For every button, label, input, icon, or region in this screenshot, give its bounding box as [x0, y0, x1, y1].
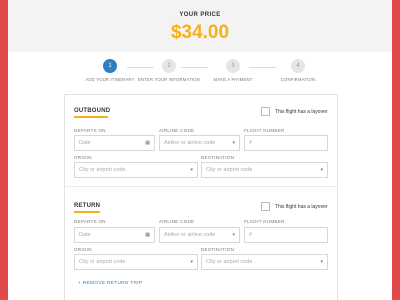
calendar-icon[interactable]: ▦ — [145, 228, 150, 242]
step-number: 1 — [103, 59, 117, 73]
layover-label: This flight has a layover — [275, 108, 328, 115]
progress-steps: 1 ADD YOUR ITINERARY 2 ENTER YOUR INFORM… — [8, 57, 392, 85]
chevron-down-icon[interactable]: ▾ — [232, 136, 235, 150]
destination-label: DESTINATION — [201, 155, 235, 160]
return-flight-number-input[interactable]: # — [244, 227, 328, 243]
airline-code-label: AIRLINE CODE — [159, 128, 195, 133]
layover-label: This flight has a layover — [275, 203, 328, 210]
return-underline — [74, 211, 100, 213]
placeholder: City or airport code — [206, 259, 253, 265]
destination-label: DESTINATION — [201, 247, 235, 252]
step-4[interactable]: 4 CONFIRMATION — [258, 59, 338, 82]
section-divider — [65, 186, 337, 187]
placeholder: City or airport code — [206, 167, 253, 173]
airline-code-label: AIRLINE CODE — [159, 219, 195, 224]
departs-on-label: DEPARTS ON — [74, 219, 106, 224]
placeholder: Airline or airline code — [164, 140, 216, 146]
placeholder: City or airport code — [79, 167, 126, 173]
outbound-date-input[interactable]: Date ▦ — [74, 135, 155, 151]
placeholder: Date — [79, 232, 91, 238]
price-panel: YOUR PRICE $34.00 — [8, 0, 392, 52]
step-label: CONFIRMATION — [280, 77, 316, 82]
placeholder: Airline or airline code — [164, 232, 216, 238]
return-destination-select[interactable]: City or airport code ▾ — [201, 254, 328, 270]
outbound-underline — [74, 116, 108, 118]
origin-label: ORIGIN — [74, 247, 92, 252]
chevron-down-icon[interactable]: ▾ — [320, 163, 323, 177]
step-number: 3 — [226, 59, 240, 73]
remove-return-trip-link[interactable]: + REMOVE RETURN TRIP — [78, 281, 142, 286]
flight-number-label: FLIGHT NUMBER — [244, 219, 285, 224]
departs-on-label: DEPARTS ON — [74, 128, 106, 133]
outbound-airline-select[interactable]: Airline or airline code ▾ — [159, 135, 240, 151]
itinerary-form: OUTBOUND This flight has a layover DEPAR… — [64, 94, 338, 300]
outbound-title: OUTBOUND — [74, 108, 111, 114]
return-layover-checkbox[interactable]: This flight has a layover — [261, 202, 328, 211]
chevron-down-icon[interactable]: ▾ — [320, 255, 323, 269]
price-value: $34.00 — [170, 22, 230, 43]
outbound-origin-select[interactable]: City or airport code ▾ — [74, 162, 198, 178]
chevron-down-icon[interactable]: ▾ — [190, 163, 193, 177]
placeholder: City or airport code — [79, 259, 126, 265]
return-airline-select[interactable]: Airline or airline code ▾ — [159, 227, 240, 243]
placeholder: # — [249, 232, 253, 238]
outbound-flight-number-input[interactable]: # — [244, 135, 328, 151]
placeholder: Date — [79, 140, 91, 146]
calendar-icon[interactable]: ▦ — [145, 136, 150, 150]
chevron-down-icon[interactable]: ▾ — [190, 255, 193, 269]
checkbox-icon[interactable] — [261, 107, 270, 116]
origin-label: ORIGIN — [74, 155, 92, 160]
step-number: 2 — [162, 59, 176, 73]
return-date-input[interactable]: Date ▦ — [74, 227, 155, 243]
booking-card: YOUR PRICE $34.00 1 ADD YOUR ITINERARY 2… — [8, 0, 392, 300]
return-origin-select[interactable]: City or airport code ▾ — [74, 254, 198, 270]
placeholder: # — [249, 140, 253, 146]
outbound-destination-select[interactable]: City or airport code ▾ — [201, 162, 328, 178]
price-label: YOUR PRICE — [179, 12, 221, 18]
return-title: RETURN — [74, 203, 101, 209]
chevron-down-icon[interactable]: ▾ — [232, 228, 235, 242]
checkbox-icon[interactable] — [261, 202, 270, 211]
outbound-layover-checkbox[interactable]: This flight has a layover — [261, 107, 328, 116]
step-number: 4 — [291, 59, 305, 73]
flight-number-label: FLIGHT NUMBER — [244, 128, 285, 133]
